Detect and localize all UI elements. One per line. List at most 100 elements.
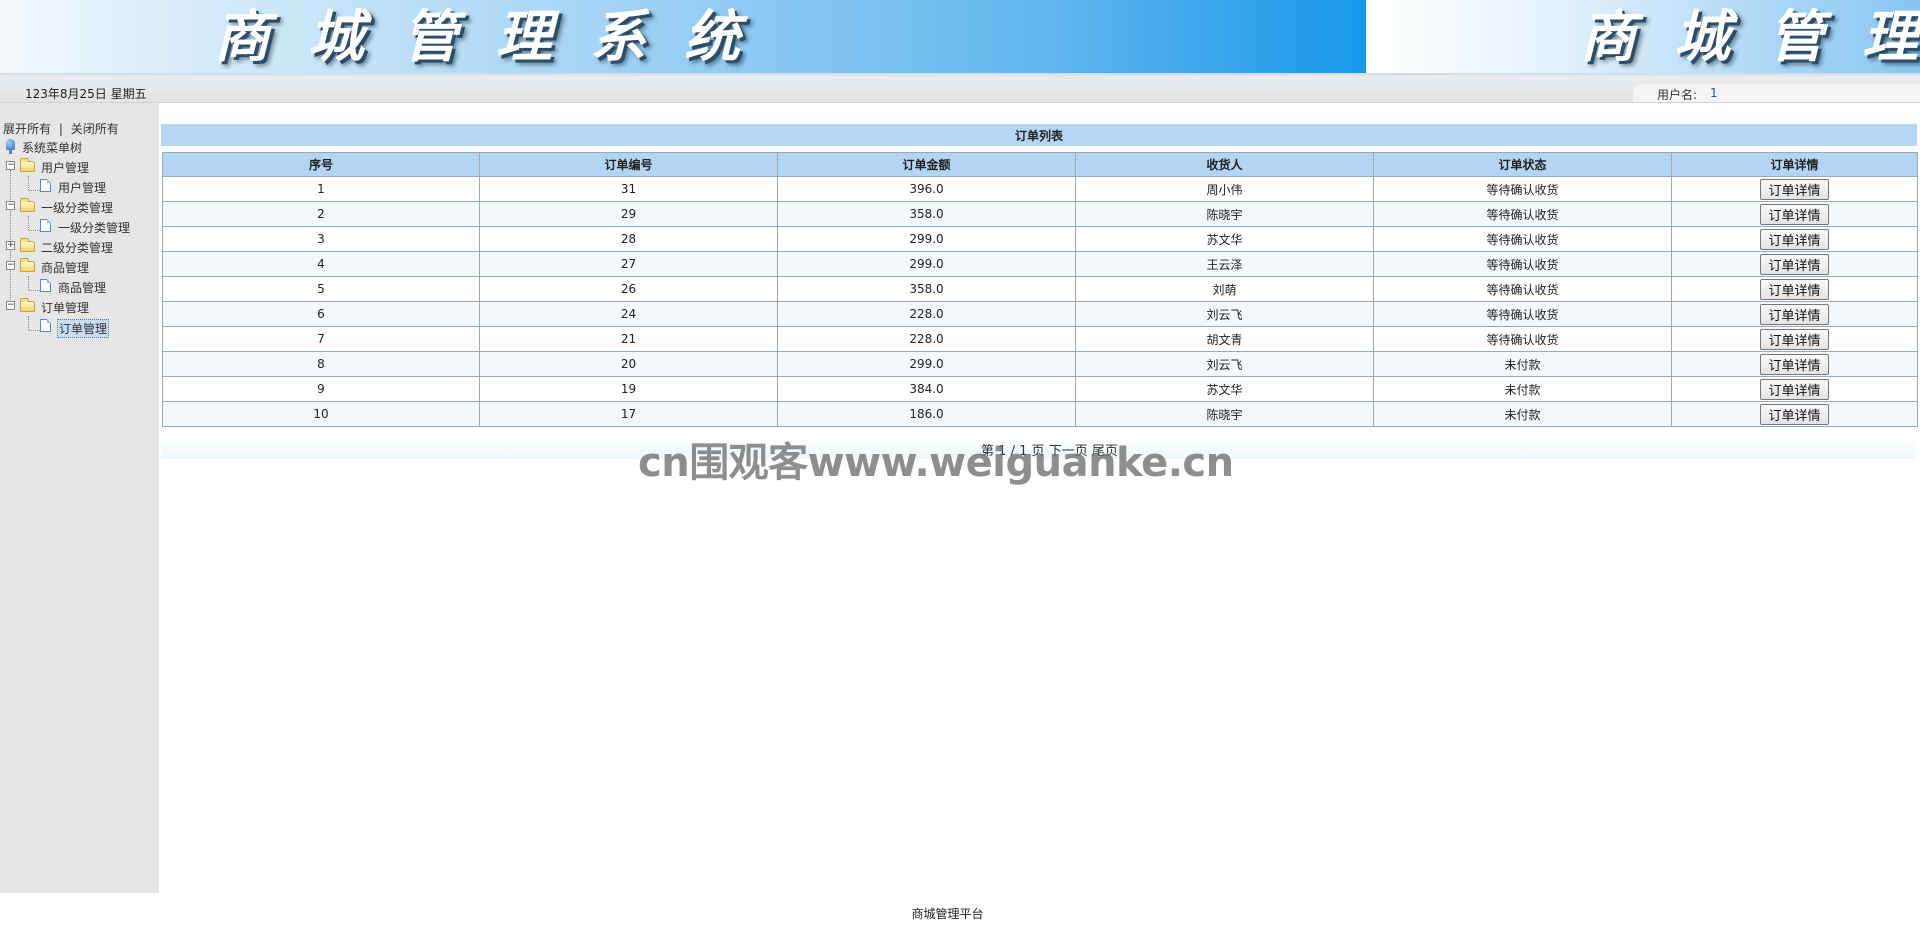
column-header-order-status: 订单状态 (1373, 152, 1672, 177)
cell-index: 6 (162, 301, 480, 327)
tree-leaf-order-management[interactable]: 订单管理 (40, 318, 150, 338)
tree-node-order-management[interactable]: − 订单管理 (6, 298, 146, 315)
collapse-toggle-icon[interactable]: − (6, 301, 15, 310)
expand-all-link[interactable]: 展开所有 (3, 122, 51, 136)
order-details-button[interactable]: 订单详情 (1760, 203, 1829, 225)
cell-index: 5 (162, 276, 480, 302)
cell-recipient: 周小伟 (1075, 176, 1374, 202)
folder-open-icon (20, 158, 35, 172)
cell-index: 4 (162, 251, 480, 277)
cell-order-amount: 228.0 (777, 326, 1076, 352)
order-details-button[interactable]: 订单详情 (1760, 353, 1829, 375)
cell-order-status: 未付款 (1373, 376, 1672, 402)
cell-order-details: 订单详情 (1671, 401, 1918, 427)
tree-leaf-user-management[interactable]: 用户管理 (40, 178, 150, 195)
tree-leaf-label: 用户管理 (58, 181, 107, 195)
table-row: 2 29 358.0 陈晓宇 等待确认收货 订单详情 (162, 201, 1918, 227)
cell-order-number: 28 (479, 226, 778, 252)
folder-open-icon (20, 298, 35, 312)
page-icon (40, 219, 51, 232)
tree-node-product-management[interactable]: − 商品管理 (6, 258, 146, 275)
cell-recipient: 刘云飞 (1075, 301, 1374, 327)
cell-order-number: 24 (479, 301, 778, 327)
cell-order-details: 订单详情 (1671, 176, 1918, 202)
order-details-button[interactable]: 订单详情 (1760, 378, 1829, 400)
tree-toggle-links: 展开所有 | 关闭所有 (3, 120, 119, 137)
cell-order-amount: 299.0 (777, 251, 1076, 277)
collapse-toggle-icon[interactable]: − (6, 201, 15, 210)
tree-node-label: 商品管理 (41, 261, 90, 275)
cell-order-details: 订单详情 (1671, 226, 1918, 252)
cell-order-details: 订单详情 (1671, 376, 1918, 402)
toggle-separator: | (58, 122, 63, 136)
tree-connector (28, 276, 29, 290)
order-details-button[interactable]: 订单详情 (1760, 178, 1829, 200)
tree-connector (28, 316, 29, 330)
order-details-button[interactable]: 订单详情 (1760, 403, 1829, 425)
table-row: 1 31 396.0 周小伟 等待确认收货 订单详情 (162, 176, 1918, 202)
tree-node-secondary-category[interactable]: + 二级分类管理 (6, 238, 146, 255)
user-info: 用户名: 1 (1633, 84, 1920, 102)
cell-index: 9 (162, 376, 480, 402)
column-header-index: 序号 (162, 152, 480, 177)
order-details-button[interactable]: 订单详情 (1760, 253, 1829, 275)
cell-order-status: 未付款 (1373, 351, 1672, 377)
cell-order-details: 订单详情 (1671, 301, 1918, 327)
cell-order-status: 等待确认收货 (1373, 301, 1672, 327)
cell-index: 3 (162, 226, 480, 252)
tree-node-primary-category[interactable]: − 一级分类管理 (6, 198, 146, 215)
cell-order-number: 17 (479, 401, 778, 427)
tree-connector (29, 330, 40, 331)
user-name-value: 1 (1710, 86, 1718, 100)
cell-index: 1 (162, 176, 480, 202)
cell-order-details: 订单详情 (1671, 351, 1918, 377)
tree-connector (29, 190, 40, 191)
cell-order-number: 29 (479, 201, 778, 227)
order-details-button[interactable]: 订单详情 (1760, 303, 1829, 325)
tree-leaf-product-management[interactable]: 商品管理 (40, 278, 150, 295)
cell-order-number: 31 (479, 176, 778, 202)
cell-order-amount: 186.0 (777, 401, 1076, 427)
cell-order-status: 等待确认收货 (1373, 276, 1672, 302)
cell-recipient: 苏文华 (1075, 376, 1374, 402)
table-row: 3 28 299.0 苏文华 等待确认收货 订单详情 (162, 226, 1918, 252)
collapse-toggle-icon[interactable]: − (6, 161, 15, 170)
cell-order-number: 20 (479, 351, 778, 377)
table-row: 5 26 358.0 刘萌 等待确认收货 订单详情 (162, 276, 1918, 302)
page-icon (40, 319, 51, 332)
tree-node-label: 用户管理 (41, 161, 90, 175)
expand-toggle-icon[interactable]: + (6, 241, 15, 250)
column-header-order-details: 订单详情 (1671, 152, 1918, 177)
tree-node-label: 订单管理 (41, 301, 90, 315)
table-row: 9 19 384.0 苏文华 未付款 订单详情 (162, 376, 1918, 402)
table-header-row: 序号 订单编号 订单金额 收货人 订单状态 订单详情 (162, 152, 1918, 177)
cell-recipient: 陈晓宇 (1075, 401, 1374, 427)
order-details-button[interactable]: 订单详情 (1760, 228, 1829, 250)
cell-order-number: 26 (479, 276, 778, 302)
column-header-order-number: 订单编号 (479, 152, 778, 177)
cell-index: 8 (162, 351, 480, 377)
cell-index: 7 (162, 326, 480, 352)
cell-order-amount: 228.0 (777, 301, 1076, 327)
tree-connector (28, 176, 29, 190)
cell-order-amount: 358.0 (777, 201, 1076, 227)
cell-order-status: 等待确认收货 (1373, 176, 1672, 202)
order-table-body: 1 31 396.0 周小伟 等待确认收货 订单详情 2 29 358.0 陈晓宇 等待确认收货 订单… (162, 176, 1918, 427)
tree-connector (29, 290, 40, 291)
tree-node-label: 一级分类管理 (41, 201, 114, 215)
folder-open-icon (20, 198, 35, 212)
tree-node-user-management[interactable]: − 用户管理 (6, 158, 146, 175)
order-details-button[interactable]: 订单详情 (1760, 278, 1829, 300)
collapse-toggle-icon[interactable]: − (6, 261, 15, 270)
order-details-button[interactable]: 订单详情 (1760, 328, 1829, 350)
cell-order-amount: 299.0 (777, 226, 1076, 252)
cell-order-number: 19 (479, 376, 778, 402)
cell-order-details: 订单详情 (1671, 326, 1918, 352)
tree-leaf-primary-category[interactable]: 一级分类管理 (40, 218, 150, 235)
cell-order-amount: 299.0 (777, 351, 1076, 377)
collapse-all-link[interactable]: 关闭所有 (71, 122, 119, 136)
table-row: 7 21 228.0 胡文青 等待确认收货 订单详情 (162, 326, 1918, 352)
table-row: 8 20 299.0 刘云飞 未付款 订单详情 (162, 351, 1918, 377)
cell-index: 2 (162, 201, 480, 227)
table-row: 6 24 228.0 刘云飞 等待确认收货 订单详情 (162, 301, 1918, 327)
